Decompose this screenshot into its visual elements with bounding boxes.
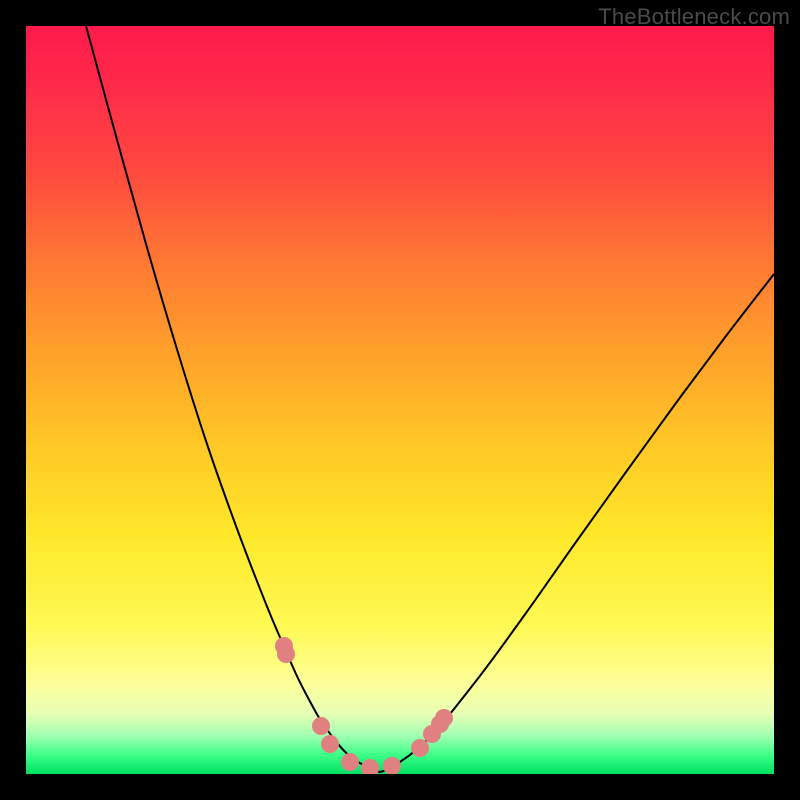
marker-point <box>361 759 379 774</box>
chart-frame <box>26 26 774 774</box>
curve-markers <box>26 26 774 774</box>
marker-point <box>312 717 330 735</box>
watermark-text: TheBottleneck.com <box>598 4 790 30</box>
marker-point <box>435 709 453 727</box>
marker-point <box>341 753 359 771</box>
marker-point <box>411 739 429 757</box>
marker-point <box>277 645 295 663</box>
marker-point <box>321 735 339 753</box>
marker-point <box>383 757 401 774</box>
